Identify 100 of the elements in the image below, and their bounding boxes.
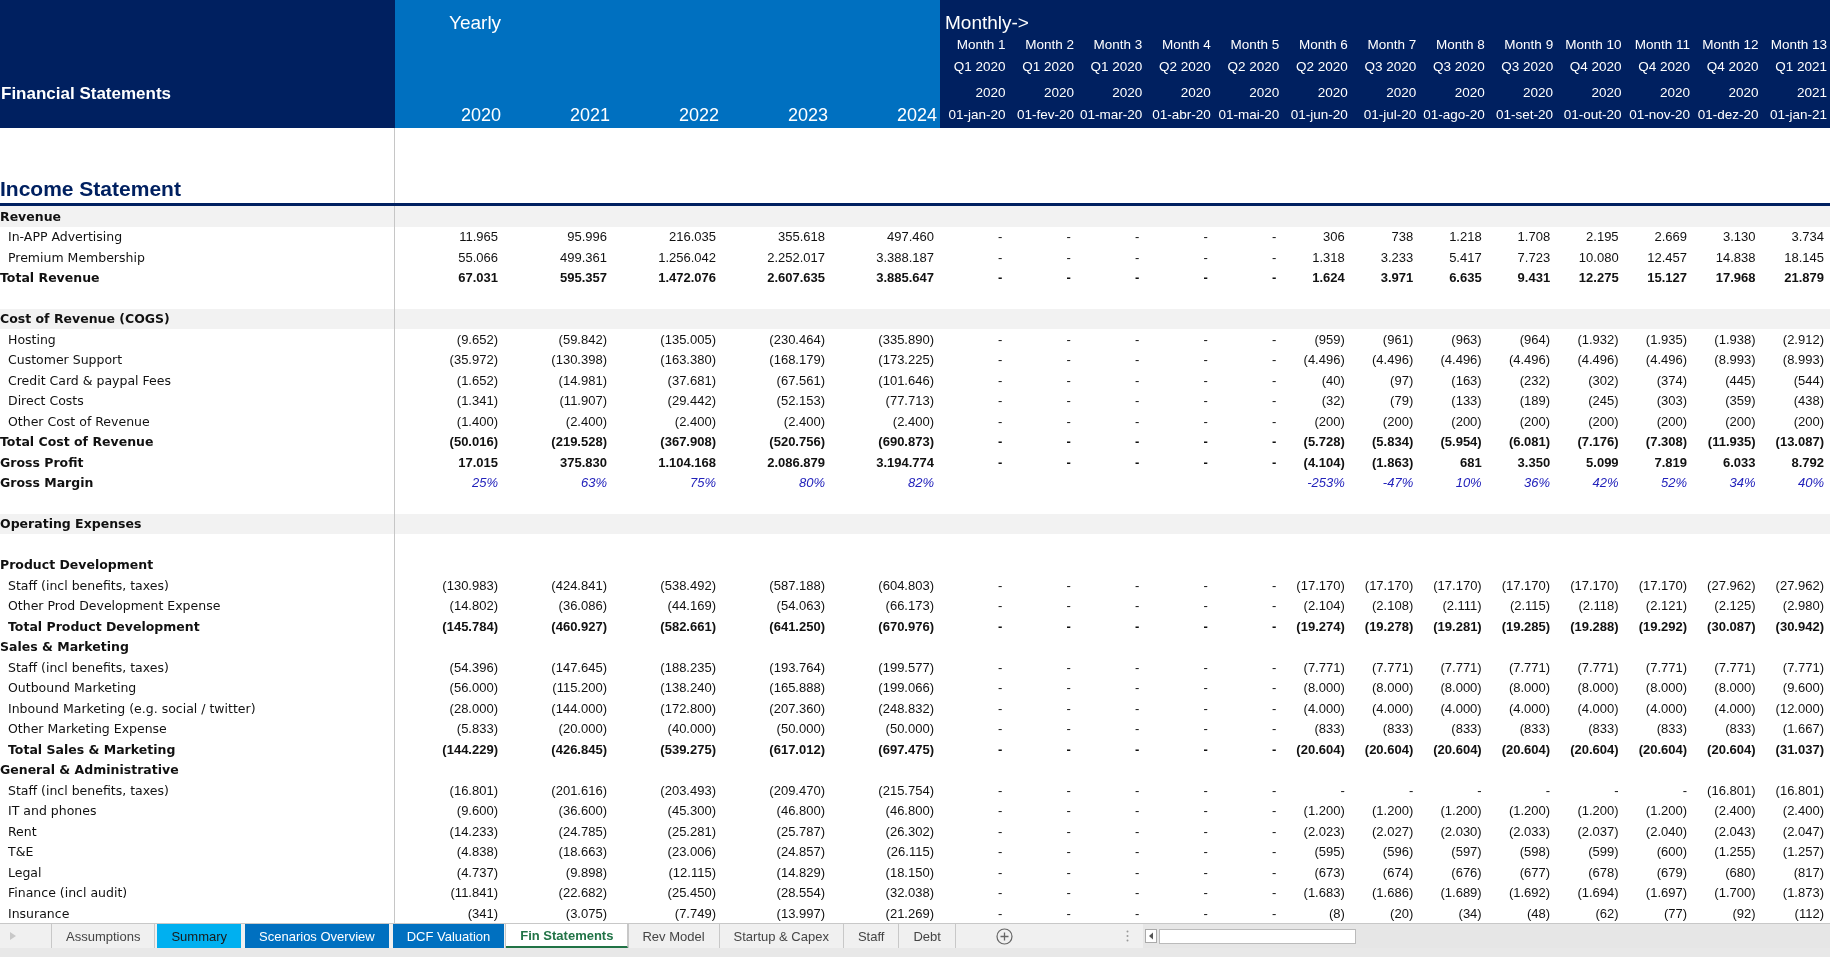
table-cell: (92) [1732, 905, 1756, 921]
horizontal-scrollbar[interactable] [1142, 924, 1830, 948]
table-cell: (8.000) [1577, 680, 1619, 696]
table-cell: - [1271, 577, 1277, 593]
table-cell: - [1271, 721, 1277, 737]
table-cell: - [1271, 700, 1277, 716]
table-cell: 18.145 [1784, 249, 1824, 265]
splitter-handle-icon[interactable] [1125, 930, 1129, 942]
table-cell: - [1135, 885, 1140, 901]
table-cell: (598) [1519, 844, 1551, 860]
table-cell: (374) [1656, 372, 1688, 388]
table-cell: (8.000) [1372, 680, 1414, 696]
table-cell: (67.561) [776, 372, 825, 388]
row-label: T&E [7, 844, 34, 860]
table-cell: - [998, 270, 1003, 286]
table-cell: - [1066, 454, 1071, 470]
row-label: Other Cost of Revenue [7, 413, 150, 429]
table-cell: (66.173) [885, 598, 934, 614]
table-cell: (30.942) [1775, 618, 1824, 634]
add-sheet-icon[interactable] [995, 927, 1013, 945]
column-header: Q2 2020 [1227, 58, 1280, 76]
table-cell: (36.600) [558, 803, 607, 819]
table-cell: - [1271, 434, 1277, 450]
column-header: 2023 [786, 105, 829, 126]
sheet-tab[interactable]: DCF Valuation [392, 924, 505, 948]
table-cell: 2.195 [1586, 229, 1619, 245]
table-cell: - [1066, 844, 1071, 860]
sheet-tab[interactable]: Summary [157, 924, 242, 948]
table-cell: - [1066, 885, 1071, 901]
column-header: 2020 [1728, 84, 1759, 102]
table-cell: 67.031 [458, 270, 498, 286]
scroll-thumb[interactable] [1158, 928, 1356, 944]
table-cell: (12.115) [668, 864, 716, 880]
table-cell: 1.708 [1517, 229, 1551, 245]
row-label: Other Marketing Expense [7, 721, 167, 737]
table-cell: - [998, 844, 1003, 860]
column-header: 01-mar-20 [1080, 106, 1143, 124]
table-cell: - [1066, 618, 1071, 634]
table-cell: - [1066, 700, 1071, 716]
column-header: Month 9 [1504, 36, 1554, 54]
table-cell: (144.000) [551, 700, 607, 716]
column-header: 01-dez-20 [1697, 106, 1759, 124]
table-cell: - [1135, 372, 1140, 388]
table-cell: (62) [1595, 905, 1619, 921]
table-cell: - [1066, 352, 1071, 368]
table-cell: - [1271, 249, 1277, 265]
table-cell: (1.257) [1782, 844, 1824, 860]
table-cell: (11.935) [1707, 434, 1756, 450]
table-cell: (20.604) [1570, 741, 1619, 757]
table-cell: (697.475) [878, 741, 934, 757]
table-cell: (6.081) [1508, 434, 1551, 450]
table-cell: - [1135, 844, 1140, 860]
table-cell: (19.281) [1433, 618, 1482, 634]
table-cell: (230.464) [769, 331, 825, 347]
table-cell: (2.115) [1509, 598, 1551, 614]
row-label: Insurance [7, 905, 70, 921]
table-cell: 306 [1323, 229, 1345, 245]
table-cell: (215.754) [878, 782, 934, 798]
table-cell: (219.528) [551, 434, 607, 450]
table-cell: (19.288) [1570, 618, 1619, 634]
table-cell: - [998, 598, 1003, 614]
sheet-tab[interactable]: Fin Statements [506, 924, 629, 948]
table-cell: 17.968 [1715, 270, 1756, 286]
table-cell: (4.496) [1577, 352, 1619, 368]
column-header: 01-jul-20 [1363, 106, 1417, 124]
table-cell: (2.980) [1782, 598, 1824, 614]
table-cell: (29.442) [667, 393, 716, 409]
table-cell: (7.771) [1714, 659, 1756, 675]
table-cell: (28.000) [449, 700, 498, 716]
table-cell: (367.908) [660, 434, 716, 450]
row-label: Other Prod Development Expense [7, 598, 221, 614]
table-cell: (50.000) [776, 721, 825, 737]
monthly-label: Monthly-> [944, 11, 1030, 34]
table-cell: - [1135, 413, 1140, 429]
column-header: 2020 [1249, 84, 1280, 102]
table-cell: (7.771) [1303, 659, 1345, 675]
table-cell: (335.890) [878, 331, 934, 347]
table-cell: - [998, 393, 1003, 409]
table-cell: - [1203, 393, 1208, 409]
table-cell: (48) [1527, 905, 1551, 921]
table-cell: 738 [1391, 229, 1414, 245]
table-cell: - [1135, 393, 1140, 409]
table-cell: (4.000) [1372, 700, 1414, 716]
column-header: 2020 [1043, 84, 1074, 102]
table-cell: - [1271, 905, 1277, 921]
table-cell: 3.130 [1723, 229, 1756, 245]
table-cell: (964) [1519, 331, 1551, 347]
table-cell: - [1135, 659, 1140, 675]
sheet-tab[interactable]: Scenarios Overview [245, 924, 389, 948]
table-cell: (168.179) [769, 352, 825, 368]
table-cell: (209.470) [769, 782, 825, 798]
table-cell: - [998, 659, 1003, 675]
table-cell: (8.000) [1645, 680, 1688, 696]
table-cell: (833) [1656, 721, 1688, 737]
table-cell: (14.829) [776, 864, 825, 880]
table-cell: 21.879 [1784, 270, 1824, 286]
table-cell: - [1066, 721, 1071, 737]
table-cell: (12.000) [1775, 700, 1824, 716]
table-cell: (833) [1519, 721, 1551, 737]
row-label: Inbound Marketing (e.g. social / twitter) [7, 700, 256, 716]
